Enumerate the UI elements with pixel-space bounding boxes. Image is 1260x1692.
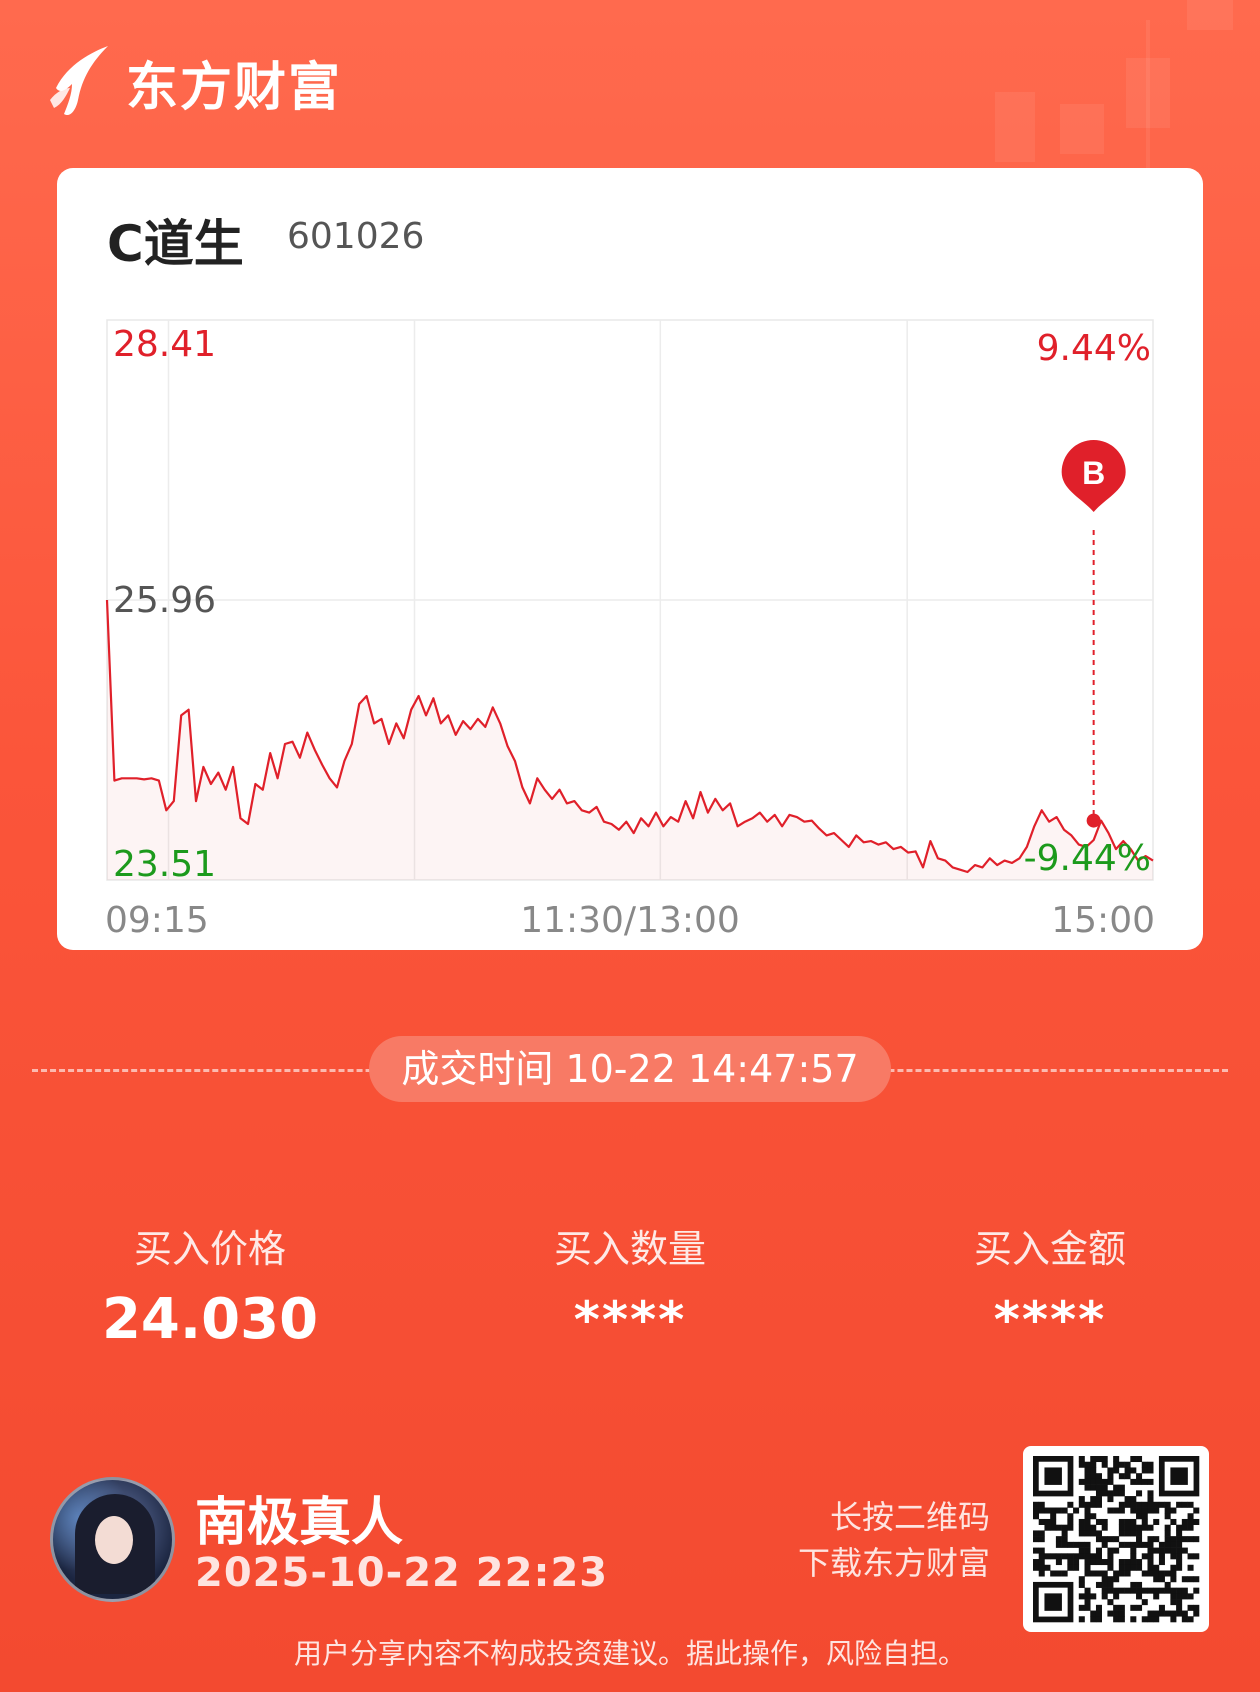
disclaimer: 用户分享内容不构成投资建议。据此操作，风险自担。 xyxy=(293,1637,966,1670)
decor-candle xyxy=(995,92,1035,162)
buy-marker-label: B xyxy=(1082,455,1105,491)
buy-amount-label: 买入金额 xyxy=(973,1227,1126,1271)
buy-price-block: 买入价格 24.030 xyxy=(60,1218,360,1352)
x-tick-label-midday: 11:30/13:00 xyxy=(520,900,740,941)
user-name: 南极真人 xyxy=(195,1493,404,1553)
decor-wick xyxy=(1146,20,1150,170)
avatar[interactable] xyxy=(50,1477,175,1602)
buy-price-label: 买入价格 xyxy=(133,1227,286,1271)
buy-marker-dot xyxy=(1086,813,1101,828)
buy-qty-label: 买入数量 xyxy=(553,1227,706,1271)
buy-price-value: 24.030 xyxy=(101,1287,319,1352)
eastmoney-logo-icon xyxy=(50,46,108,116)
buy-qty-block: 买入数量 **** xyxy=(480,1218,780,1349)
trade-time-badge: 成交时间 10-22 14:47:57 xyxy=(369,1036,891,1102)
buy-amount-value: **** xyxy=(993,1291,1107,1349)
x-tick-label-close: 15:00 xyxy=(1051,900,1155,941)
buy-amount-block: 买入金额 **** xyxy=(900,1218,1200,1349)
decor-candle xyxy=(1187,0,1233,30)
brand-name: 东方财富 xyxy=(126,57,343,118)
pct-label-bottom: -9.44% xyxy=(1024,838,1151,879)
pct-label-top: 9.44% xyxy=(1037,328,1151,369)
buy-qty-value: **** xyxy=(573,1291,687,1349)
y-tick-label-top: 28.41 xyxy=(113,324,216,365)
y-tick-label-bottom: 23.51 xyxy=(113,844,216,885)
qr-hint: 长按二维码 下载东方财富 xyxy=(798,1494,990,1586)
brand-header: 东方财富 xyxy=(48,44,342,120)
qr-hint-line2: 下载东方财富 xyxy=(797,1544,990,1582)
qr-code-icon xyxy=(1033,1456,1200,1623)
post-datetime: 2025-10-22 22:23 xyxy=(195,1550,609,1596)
decor-candle xyxy=(1060,104,1104,154)
intraday-chart: B 28.41 25.96 23.51 9.44% -9.44% 09:15 11:30/13… xyxy=(105,319,1155,941)
y-tick-label-mid: 25.96 xyxy=(113,580,216,621)
qr-hint-line1: 长按二维码 xyxy=(829,1498,990,1536)
price-area xyxy=(107,600,1153,880)
stock-card: C道生 601026 B 28.41 25.96 23.51 9.44% -9.44% 09… xyxy=(57,168,1203,950)
x-tick-label-open: 09:15 xyxy=(105,900,209,941)
qr-code[interactable] xyxy=(1023,1446,1209,1632)
